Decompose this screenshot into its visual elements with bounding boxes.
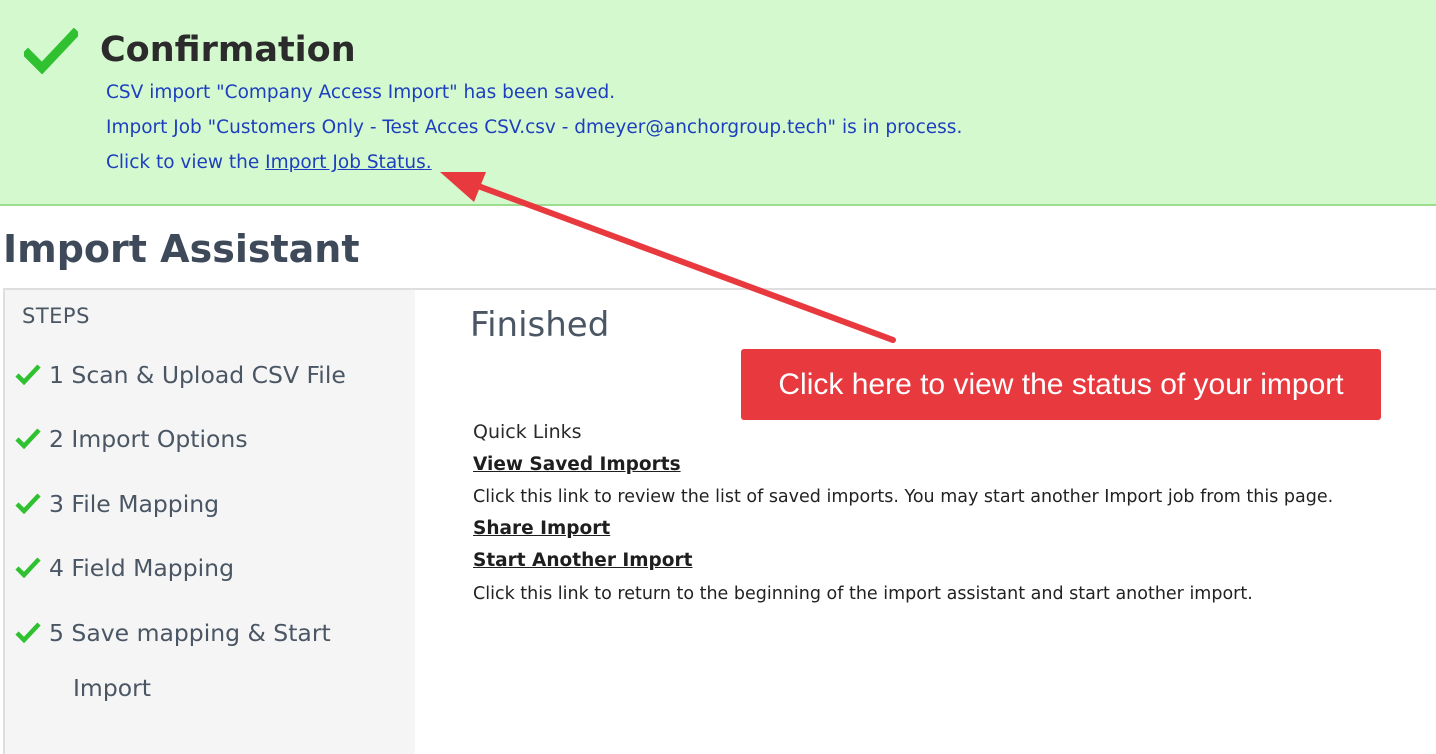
steps-sidebar: STEPS 1 Scan & Upload CSV File 2 Import …: [5, 290, 415, 754]
step-field-mapping[interactable]: 4 Field Mapping: [15, 541, 405, 596]
checkmark-icon: [15, 364, 41, 385]
step-import-options[interactable]: 2 Import Options: [15, 412, 405, 467]
confirmation-job-message: Import Job "Customers Only - Test Acces …: [106, 117, 963, 138]
view-saved-imports-link[interactable]: View Saved Imports: [473, 454, 681, 475]
confirmation-title: Confirmation: [100, 30, 356, 70]
start-another-import-link[interactable]: Start Another Import: [473, 550, 692, 571]
page-title: Import Assistant: [3, 227, 360, 271]
steps-heading: STEPS: [22, 304, 90, 328]
confirmation-status-message: Click to view the Import Job Status.: [106, 151, 432, 175]
step-scan-upload[interactable]: 1 Scan & Upload CSV File: [15, 348, 405, 403]
import-job-status-link[interactable]: Import Job Status.: [265, 152, 432, 173]
step-label: 4 Field Mapping: [49, 554, 234, 582]
step-file-mapping[interactable]: 3 File Mapping: [15, 477, 405, 532]
share-import-link[interactable]: Share Import: [473, 518, 610, 539]
step-label: 2 Import Options: [49, 425, 248, 453]
checkmark-icon: [15, 622, 41, 643]
page: Confirmation CSV import "Company Access …: [0, 0, 1436, 754]
step-label-continuation: Import: [73, 674, 151, 702]
finished-heading: Finished: [470, 305, 610, 345]
checkmark-icon: [15, 557, 41, 578]
view-saved-imports-description: Click this link to review the list of sa…: [473, 487, 1334, 507]
quick-links-label: Quick Links: [473, 421, 582, 443]
confirmation-saved-message: CSV import "Company Access Import" has b…: [106, 82, 616, 103]
start-another-import-description: Click this link to return to the beginni…: [473, 584, 1253, 604]
checkmark-icon: [24, 28, 78, 74]
step-save-mapping[interactable]: 5 Save mapping & Start: [15, 606, 405, 661]
step-label: 3 File Mapping: [49, 490, 220, 518]
annotation-callout: Click here to view the status of your im…: [741, 349, 1381, 420]
confirmation-banner: Confirmation CSV import "Company Access …: [0, 0, 1436, 206]
step-label: 5 Save mapping & Start: [49, 619, 331, 647]
step-label: 1 Scan & Upload CSV File: [49, 361, 346, 389]
checkmark-icon: [15, 493, 41, 514]
status-prefix-text: Click to view the: [106, 152, 266, 173]
checkmark-icon: [15, 428, 41, 449]
